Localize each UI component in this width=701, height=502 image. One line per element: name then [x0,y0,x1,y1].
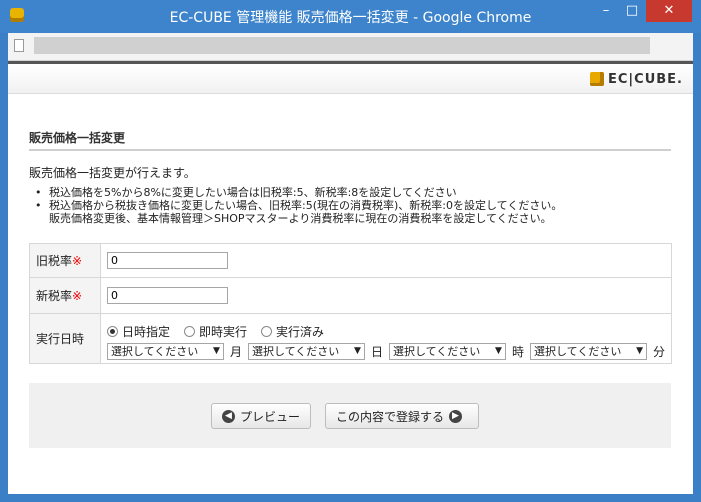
notes-list: 税込価格を5%から8%に変更したい場合は旧税率:5、新税率:8を設定してください… [29,186,679,225]
radio-label: 即時実行 [198,324,247,339]
execution-cell: 日時指定 即時実行 実行済み 選択してください ▼ 月 選択してください ▼ 日… [99,313,673,364]
old-rate-input-cell [99,243,673,278]
old-rate-label-cell: 旧税率※ [29,243,101,278]
browser-window: EC-CUBE 管理機能 販売価格一括変更 - Google Chrome – … [0,0,701,502]
address-bar [8,33,693,61]
required-mark: ※ [72,254,83,268]
old-rate-input[interactable] [106,252,228,269]
header-band: EC|CUBE. [8,61,693,94]
tax-rate-form: 旧税率※ 新税率※ 実行日時 [29,243,673,364]
radio-scheduled[interactable]: 日時指定 [106,323,170,340]
cube-icon [590,72,604,86]
new-rate-input-cell [99,277,673,314]
execution-label: 実行日時 [36,332,85,346]
radio-button[interactable] [260,325,272,337]
url-field[interactable] [34,37,650,54]
page-content: EC|CUBE. 販売価格一括変更 販売価格一括変更が行えます。 税込価格を5%… [8,61,693,494]
note-item: 税込価格を5%から8%に変更したい場合は旧税率:5、新税率:8を設定してください [29,186,679,199]
arrow-right-icon: ▶ [449,409,463,423]
month-select[interactable]: 選択してください ▼ [106,342,224,360]
required-mark: ※ [72,289,83,303]
hour-unit: 時 [511,344,524,359]
radio-label: 実行済み [275,324,324,339]
radio-label: 日時指定 [121,324,170,339]
minute-select[interactable]: 選択してください ▼ [529,342,647,360]
month-unit: 月 [229,344,242,359]
preview-button[interactable]: ◀ プレビュー [211,403,311,429]
datetime-selects: 選択してください ▼ 月 選択してください ▼ 日 選択してください ▼ 時 選択して… [106,342,665,360]
title-bar: EC-CUBE 管理機能 販売価格一括変更 - Google Chrome – … [0,0,701,33]
day-unit: 日 [370,344,383,359]
logo-text: EC|CUBE. [608,71,683,87]
new-rate-label: 新税率 [36,289,73,303]
dropdown-arrow-icon: ▼ [213,346,220,356]
day-select[interactable]: 選択してください ▼ [247,342,365,360]
radio-executed[interactable]: 実行済み [260,323,324,340]
title-divider [29,149,671,151]
page-description: 販売価格一括変更が行えます。 [29,166,196,180]
dropdown-arrow-icon: ▼ [354,346,361,356]
dropdown-arrow-icon: ▼ [495,346,502,356]
arrow-left-icon: ◀ [222,409,235,423]
page-title: 販売価格一括変更 [29,131,126,145]
preview-label: プレビュー [240,409,301,424]
select-value: 選択してください [110,345,199,358]
note-item-continued: 販売価格変更後、基本情報管理＞SHOPマスターより消費税率に現在の消費税率を設定… [49,212,552,225]
new-rate-label-cell: 新税率※ [29,277,101,314]
new-rate-input[interactable] [106,287,228,304]
hour-select[interactable]: 選択してください ▼ [388,342,506,360]
execution-label-cell: 実行日時 [29,313,101,364]
maximize-button[interactable]: □ [619,0,645,22]
close-button[interactable]: ✕ [646,0,692,22]
radio-immediate[interactable]: 即時実行 [183,323,247,340]
note-item: 税込価格から税抜き価格に変更したい場合、旧税率:5(現在の消費税率)、新税率:0… [29,199,679,212]
minimize-button[interactable]: – [593,0,619,22]
select-value: 選択してください [533,345,622,358]
register-label: この内容で登録する [336,409,445,424]
ec-cube-logo: EC|CUBE. [590,70,683,88]
register-button[interactable]: この内容で登録する ▶ [325,403,479,429]
execution-radio-group: 日時指定 即時実行 実行済み [106,323,665,340]
old-rate-label: 旧税率 [36,254,73,268]
select-value: 選択してください [251,345,340,358]
select-value: 選択してください [392,345,481,358]
dropdown-arrow-icon: ▼ [636,346,643,356]
action-panel: ◀ プレビュー この内容で登録する ▶ [29,383,671,448]
page-icon [14,39,24,52]
minute-unit: 分 [652,344,665,359]
radio-button[interactable] [183,325,195,337]
radio-button-checked[interactable] [106,325,118,337]
